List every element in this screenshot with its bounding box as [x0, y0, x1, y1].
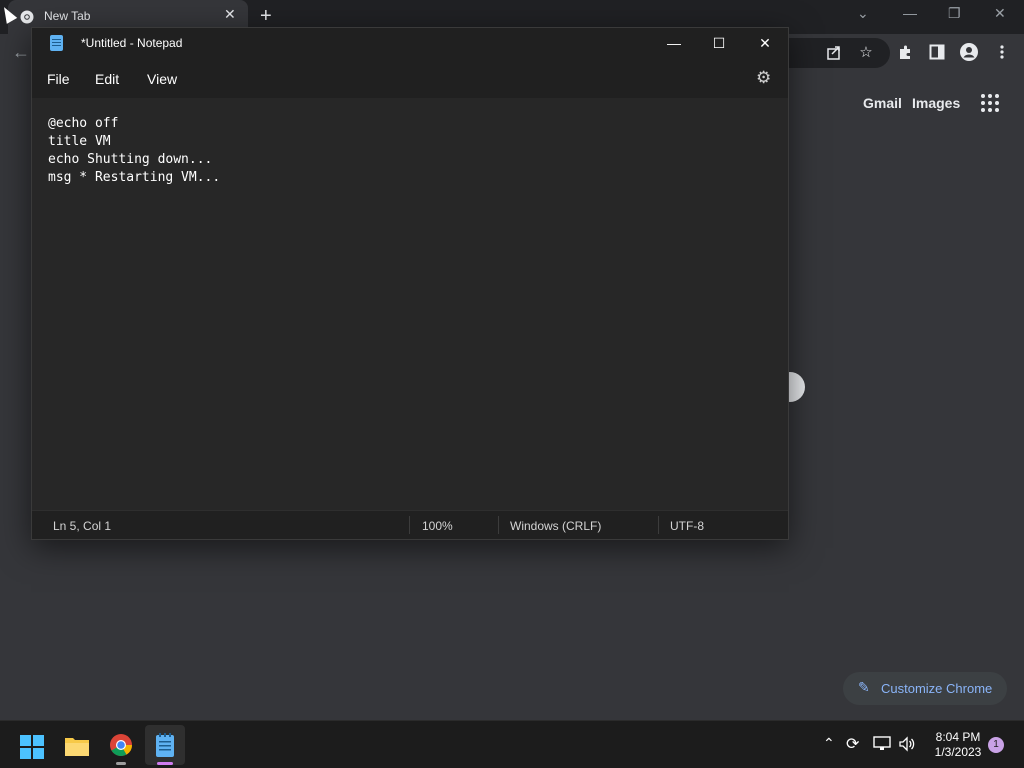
new-tab-button[interactable]: + [260, 5, 272, 28]
maximize-button[interactable]: ☐ [696, 32, 742, 54]
bookmark-star-icon[interactable]: ☆ [856, 43, 876, 63]
menu-file[interactable]: File [47, 71, 70, 87]
encoding: UTF-8 [670, 519, 704, 533]
status-divider [658, 516, 659, 534]
google-apps-icon[interactable] [981, 94, 999, 112]
gmail-link[interactable]: Gmail [863, 95, 902, 111]
chrome-favicon-icon [20, 10, 34, 24]
extensions-icon[interactable] [897, 44, 914, 61]
line-ending: Windows (CRLF) [510, 519, 602, 533]
side-panel-icon[interactable] [929, 44, 945, 60]
minimize-button[interactable]: — [651, 32, 697, 54]
clock-time: 8:04 PM [935, 730, 981, 744]
clock[interactable]: 8:04 PM 1/3/2023 [928, 730, 988, 760]
folder-icon [65, 738, 89, 756]
start-button[interactable] [12, 725, 52, 765]
settings-gear-icon[interactable]: ⚙ [756, 68, 771, 88]
menu-edit[interactable]: Edit [95, 71, 119, 87]
clock-date: 1/3/2023 [934, 745, 982, 759]
share-icon[interactable] [825, 43, 843, 61]
chrome-icon [110, 734, 132, 756]
running-indicator [116, 762, 126, 765]
windows-logo-icon [20, 735, 44, 759]
chrome-taskbar-button[interactable] [101, 725, 141, 765]
pencil-icon: ✎ [858, 679, 870, 695]
images-link[interactable]: Images [912, 95, 960, 111]
editor-content[interactable]: @echo off title VM echo Shutting down...… [48, 115, 220, 187]
chrome-minimize-button[interactable]: — [903, 5, 917, 21]
notepad-title: *Untitled - Notepad [81, 36, 183, 50]
tab-search-icon[interactable]: ⌄ [857, 5, 869, 22]
cursor-position: Ln 5, Col 1 [53, 519, 112, 533]
taskbar: ⌃ ⟳ 8:04 PM 1/3/2023 1 [0, 720, 1024, 768]
sync-icon[interactable]: ⟳ [846, 734, 859, 754]
customize-chrome-button[interactable]: ✎ Customize Chrome [843, 672, 1007, 705]
zoom-level: 100% [422, 519, 453, 533]
volume-icon[interactable] [898, 735, 916, 753]
customize-chrome-label: Customize Chrome [881, 681, 993, 696]
status-bar: Ln 5, Col 1 100% Windows (CRLF) UTF-8 [32, 510, 788, 539]
notepad-taskbar-button[interactable] [145, 725, 185, 765]
menu-icon[interactable] [999, 44, 1005, 60]
tab-title: New Tab [44, 9, 91, 23]
menu-view[interactable]: View [147, 71, 177, 87]
tab-close-icon[interactable]: ✕ [224, 6, 236, 23]
back-arrow-icon[interactable]: ← [12, 42, 30, 63]
status-divider [498, 516, 499, 534]
notification-badge[interactable]: 1 [988, 737, 1004, 753]
network-icon[interactable] [873, 736, 891, 752]
profile-icon[interactable] [959, 42, 979, 62]
chrome-restore-button[interactable]: ❐ [948, 5, 961, 22]
show-hidden-icons-chevron-icon[interactable]: ⌃ [823, 735, 835, 752]
notepad-window: *Untitled - Notepad — ☐ ✕ File Edit View… [31, 27, 789, 540]
notepad-icon [50, 35, 63, 51]
close-button[interactable]: ✕ [742, 32, 788, 54]
status-divider [409, 516, 410, 534]
notepad-app-icon [156, 733, 174, 757]
active-indicator [157, 762, 173, 765]
notepad-menubar: File Edit View ⚙ [32, 58, 788, 98]
notepad-titlebar[interactable]: *Untitled - Notepad — ☐ ✕ [32, 28, 788, 58]
file-explorer-button[interactable] [57, 725, 97, 765]
text-editor[interactable]: @echo off title VM echo Shutting down...… [32, 98, 788, 510]
chrome-close-button[interactable]: ✕ [994, 5, 1006, 22]
